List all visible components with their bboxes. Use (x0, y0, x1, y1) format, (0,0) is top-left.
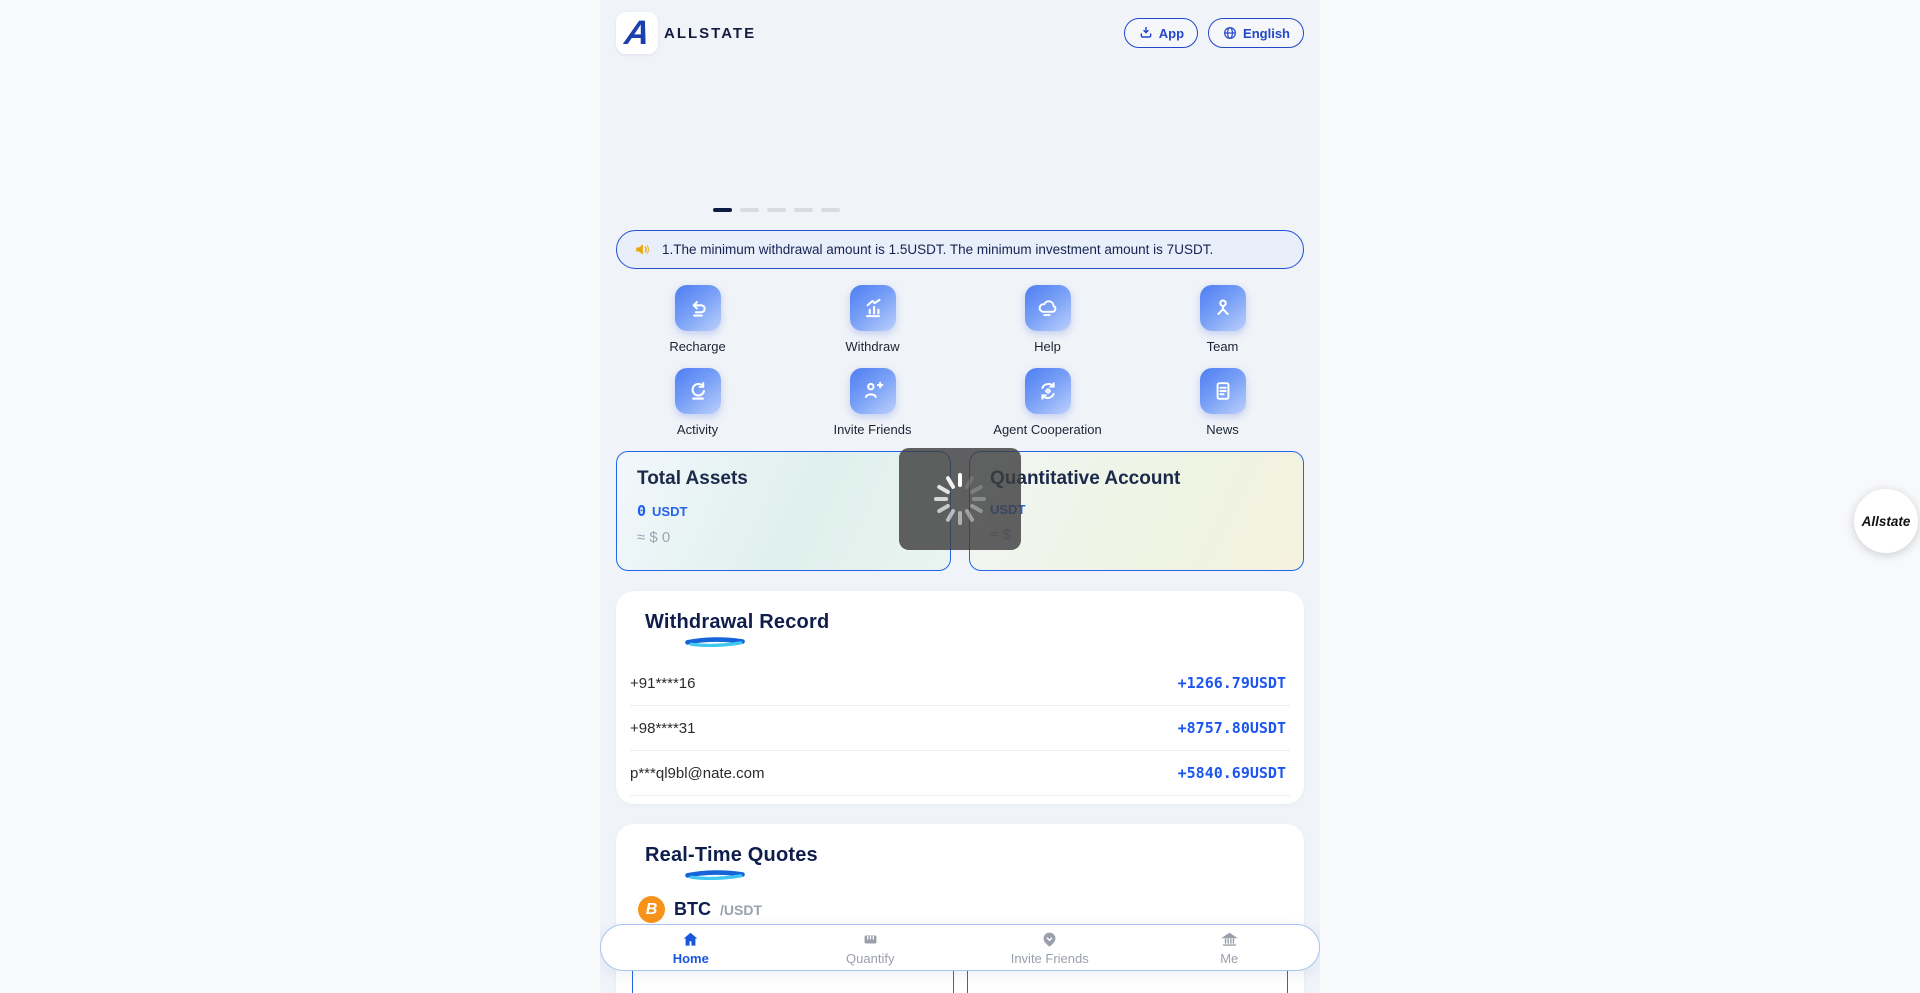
quantitative-account-approx: ≈ $ (990, 526, 1283, 543)
action-news[interactable]: News (1135, 368, 1310, 437)
speaker-icon (633, 240, 652, 259)
withdraw-icon (860, 295, 886, 321)
total-assets-title: Total Assets (637, 468, 930, 490)
language-button[interactable]: English (1208, 18, 1304, 48)
download-icon (1138, 25, 1154, 41)
recharge-icon (685, 295, 711, 321)
coin-pair: /USDT (720, 902, 762, 918)
announcement-text: 1.The minimum withdrawal amount is 1.5US… (662, 242, 1213, 257)
total-assets-currency: USDT (652, 504, 687, 519)
home-icon (681, 930, 700, 949)
title-underline-scribble (685, 636, 745, 647)
app-download-button[interactable]: App (1124, 18, 1198, 48)
agent-cooperation-icon (1035, 378, 1061, 404)
quick-actions-grid: Recharge Withdraw Help Team Activity Inv… (600, 269, 1320, 437)
globe-icon (1222, 25, 1238, 41)
carousel-dot[interactable] (740, 208, 759, 213)
language-button-label: English (1243, 26, 1290, 41)
logo-tile: A (616, 12, 658, 54)
carousel-dots (713, 208, 840, 213)
announcement-bar[interactable]: 1.The minimum withdrawal amount is 1.5US… (616, 230, 1304, 269)
action-label: Team (1207, 339, 1239, 354)
nav-label: Quantify (846, 951, 894, 966)
withdrawal-amount: +5840.69USDT (1178, 764, 1286, 782)
action-label: Withdraw (845, 339, 899, 354)
activity-icon (685, 378, 711, 404)
nav-label: Invite Friends (1011, 951, 1089, 966)
withdrawal-account: +98****31 (630, 720, 695, 737)
nav-label: Home (673, 951, 709, 966)
action-withdraw[interactable]: Withdraw (785, 285, 960, 354)
action-team[interactable]: Team (1135, 285, 1310, 354)
action-help[interactable]: Help (960, 285, 1135, 354)
withdrawal-row: +91****16 +1266.79USDT (630, 661, 1290, 706)
brand-name: ALLSTATE (664, 25, 756, 42)
floating-allstate-badge[interactable]: Allstate (1854, 489, 1918, 553)
action-agent-cooperation[interactable]: Agent Cooperation (960, 368, 1135, 437)
withdrawal-amount: +8757.80USDT (1178, 719, 1286, 737)
invite-friends-nav-icon (1040, 930, 1059, 949)
carousel-dot[interactable] (794, 208, 813, 213)
bitcoin-icon: B (638, 896, 665, 923)
nav-home[interactable]: Home (601, 930, 781, 966)
title-underline-scribble (685, 869, 745, 880)
carousel-dot[interactable] (821, 208, 840, 213)
action-label: News (1206, 422, 1239, 437)
app-button-label: App (1159, 26, 1184, 41)
nav-label: Me (1220, 951, 1238, 966)
invite-friends-icon (860, 378, 886, 404)
brand-logo: A ALLSTATE (616, 12, 756, 54)
me-icon (1220, 930, 1239, 949)
action-label: Activity (677, 422, 718, 437)
withdrawal-amount: +1266.79USDT (1178, 674, 1286, 692)
withdrawal-record-title: Withdrawal Record (645, 611, 1290, 634)
loading-overlay (899, 448, 1021, 550)
total-assets-value: 0 (637, 502, 646, 520)
carousel-dot-active[interactable] (713, 208, 732, 213)
withdrawal-row: p***ql9bl@nate.com +5840.69USDT (630, 751, 1290, 796)
nav-me[interactable]: Me (1140, 930, 1320, 966)
help-icon (1035, 295, 1061, 321)
team-icon (1210, 295, 1236, 321)
withdrawal-row: +98****31 +8757.80USDT (630, 706, 1290, 751)
action-label: Recharge (669, 339, 725, 354)
quantify-icon (861, 930, 880, 949)
withdrawal-record-card: Withdrawal Record +91****16 +1266.79USDT… (616, 591, 1304, 804)
floating-badge-label: Allstate (1862, 514, 1911, 529)
bottom-nav: Home Quantify Invite Friends Me (600, 924, 1320, 971)
coin-pair-row: B BTC /USDT (630, 896, 1290, 923)
action-invite-friends[interactable]: Invite Friends (785, 368, 960, 437)
carousel-banner[interactable] (600, 54, 1320, 216)
withdrawal-account: +91****16 (630, 675, 695, 692)
news-icon (1210, 378, 1236, 404)
action-recharge[interactable]: Recharge (610, 285, 785, 354)
nav-quantify[interactable]: Quantify (781, 930, 961, 966)
spinner-icon (934, 473, 986, 525)
withdrawal-account: p***ql9bl@nate.com (630, 765, 764, 782)
action-label: Invite Friends (833, 422, 911, 437)
total-assets-approx: ≈ $ 0 (637, 529, 930, 546)
nav-invite-friends[interactable]: Invite Friends (960, 930, 1140, 966)
real-time-quotes-title: Real-Time Quotes (645, 844, 1290, 867)
header: A ALLSTATE App English (600, 0, 1320, 54)
carousel-dot[interactable] (767, 208, 786, 213)
action-activity[interactable]: Activity (610, 368, 785, 437)
quantitative-account-title: Quantitative Account (990, 468, 1283, 490)
app-viewport: A ALLSTATE App English (600, 0, 1320, 993)
action-label: Agent Cooperation (993, 422, 1101, 437)
header-actions: App English (1124, 18, 1304, 48)
coin-symbol: BTC (674, 899, 711, 920)
action-label: Help (1034, 339, 1061, 354)
logo-letter: A (622, 16, 651, 50)
